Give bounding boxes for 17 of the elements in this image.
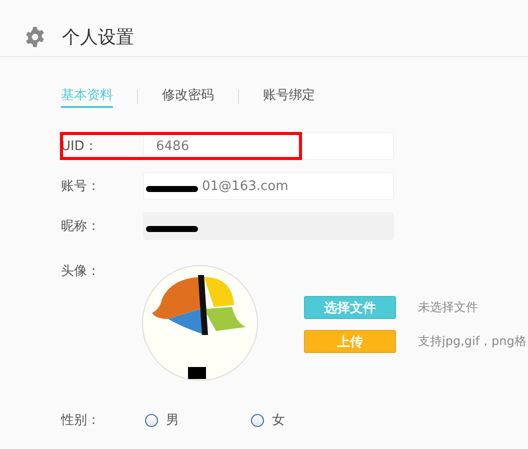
field-value: 01@163.com (202, 178, 288, 194)
field-label: 昵称： (61, 218, 101, 235)
page-title: 个人设置 (62, 26, 134, 49)
tab[interactable]: 修改密码 (162, 86, 214, 108)
input-field[interactable]: 01@163.com (143, 172, 394, 200)
tab[interactable]: 账号绑定 (263, 86, 315, 108)
option-label: 女 (272, 412, 285, 429)
radio-button[interactable] (145, 414, 158, 426)
radio-button[interactable] (251, 414, 264, 426)
field-value: 6486 (156, 138, 190, 154)
option-label: 男 (166, 412, 179, 429)
settings-icon (24, 26, 46, 48)
format-hint: 支持jpg,gif，png格 (418, 333, 526, 350)
field-label: 性别： (61, 412, 101, 429)
file-status: 未选择文件 (418, 299, 478, 316)
field-label: 头像： (61, 263, 101, 281)
field-label: 账号： (61, 178, 101, 195)
